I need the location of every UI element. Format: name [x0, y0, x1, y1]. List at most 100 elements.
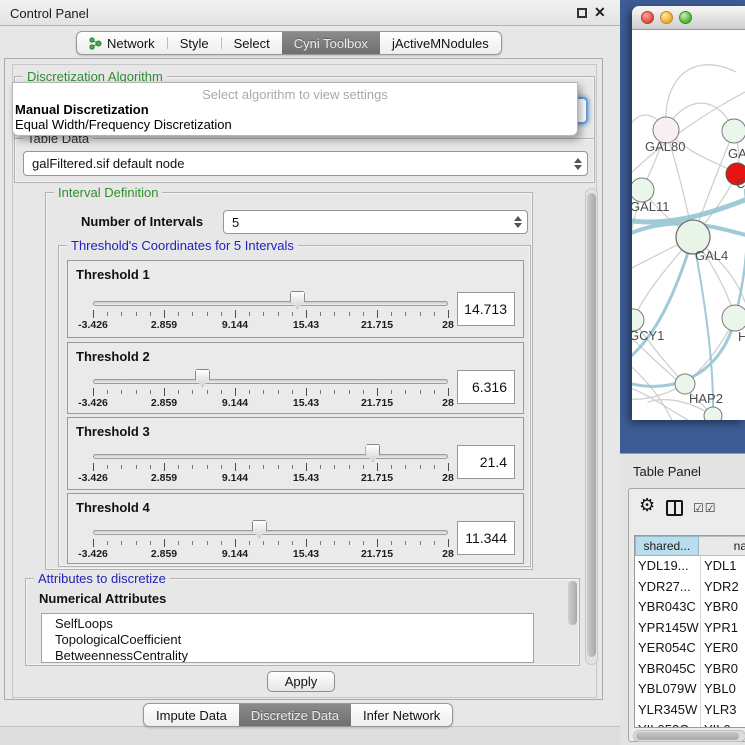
scrollbar-thumb[interactable] — [587, 193, 596, 657]
table-cell[interactable]: YPR1 — [701, 618, 745, 639]
table-cell[interactable]: YDR2 — [701, 577, 745, 598]
table-cell[interactable]: YDL19... — [635, 556, 701, 577]
column-header-name[interactable]: na — [699, 536, 745, 556]
number-of-intervals-label: Number of Intervals — [81, 214, 203, 229]
list-scrollbar-thumb[interactable] — [568, 581, 577, 625]
slider-thumb[interactable] — [252, 520, 267, 538]
table-cell[interactable]: YLR345W — [635, 700, 701, 721]
slider-tick — [263, 390, 264, 394]
table-row[interactable]: YIL052CYIL0 — [635, 720, 745, 728]
zoom-traffic-light-icon[interactable] — [679, 11, 692, 24]
slider-track[interactable] — [93, 454, 448, 459]
float-window-icon[interactable] — [577, 8, 587, 18]
dropdown-option-manual-discretization[interactable]: Manual Discretization — [13, 102, 577, 117]
table-cell[interactable]: YBL0 — [701, 679, 745, 700]
table-cell[interactable]: YPR145W — [635, 618, 701, 639]
number-of-intervals-combobox[interactable]: 5 — [223, 210, 528, 234]
slider-track[interactable] — [93, 530, 448, 535]
table-row[interactable]: YER054CYER0 — [635, 638, 745, 659]
vertical-scrollbar[interactable] — [585, 188, 598, 665]
tab-impute-data[interactable]: Impute Data — [144, 704, 239, 726]
slider-ticks — [93, 463, 448, 472]
split-panel-icon[interactable] — [666, 500, 683, 516]
close-icon[interactable]: ✕ — [594, 4, 606, 21]
apply-button[interactable]: Apply — [267, 671, 335, 692]
table-row[interactable]: YPR145WYPR1 — [635, 618, 745, 639]
network-node[interactable] — [722, 305, 745, 331]
network-view-window[interactable]: GAL80 GA C GAL11 GAL4 GCY1 H HAP2 — [632, 6, 745, 420]
threshold-value-field[interactable]: 11.344 — [457, 521, 515, 555]
slider-tick — [377, 463, 378, 471]
node-label: GCY1 — [632, 328, 664, 343]
slider-thumb[interactable] — [290, 291, 305, 309]
close-traffic-light-icon[interactable] — [641, 11, 654, 24]
table-data-combobox[interactable]: galFiltered.sif default node — [23, 151, 588, 176]
slider-tick — [221, 390, 222, 394]
node-attribute-table[interactable]: shared... na YDL19...YDL1YDR27...YDR2YBR… — [634, 535, 745, 728]
slider-thumb[interactable] — [365, 444, 380, 462]
slider-tick-label: 2.859 — [151, 319, 177, 331]
network-nodes[interactable] — [632, 117, 745, 420]
table-cell[interactable]: YER0 — [701, 638, 745, 659]
slider-tick — [249, 312, 250, 316]
column-header-shared-name[interactable]: shared... — [635, 536, 699, 556]
column-checkbox-icons[interactable]: ☑☑ — [693, 501, 717, 515]
table-panel-inset: ⚙ ☑☑ shared... na YDL19...YDL1YDR27...YD… — [628, 488, 745, 742]
tab-label: Discretize Data — [251, 708, 339, 723]
stepper-arrows-icon — [514, 216, 522, 228]
attribute-list-item[interactable]: TopologicalCoefficient — [42, 632, 533, 648]
network-canvas[interactable]: GAL80 GA C GAL11 GAL4 GCY1 H HAP2 — [632, 30, 745, 420]
tab-network[interactable]: Network — [77, 32, 167, 54]
table-row[interactable]: YBR045CYBR0 — [635, 659, 745, 680]
table-cell[interactable]: YBL079W — [635, 679, 701, 700]
slider-track[interactable] — [93, 301, 448, 306]
horizontal-scrollbar[interactable] — [633, 730, 745, 742]
threshold-value-field[interactable]: 6.316 — [457, 370, 515, 404]
minimize-traffic-light-icon[interactable] — [660, 11, 673, 24]
numerical-attributes-list[interactable]: SelfLoopsTopologicalCoefficientBetweenne… — [41, 613, 534, 663]
attribute-list-item[interactable]: SelfLoops — [42, 616, 533, 632]
table-cell[interactable]: YDR27... — [635, 577, 701, 598]
network-node[interactable] — [722, 119, 745, 143]
slider-tick — [192, 465, 193, 469]
slider-ticks — [93, 388, 448, 397]
threshold-4-panel: Threshold 4 -3.4262.8599.14415.4321.7152… — [67, 493, 524, 564]
threshold-value-field[interactable]: 21.4 — [457, 445, 515, 479]
table-row[interactable]: YDL19...YDL1 — [635, 556, 745, 577]
attribute-list-item[interactable]: BetweennessCentrality — [42, 648, 533, 663]
dropdown-option-equal-width-frequency[interactable]: Equal Width/Frequency Discretization — [13, 117, 577, 132]
slider-tick-labels: -3.4262.8599.14415.4321.71528 — [93, 397, 448, 409]
table-row[interactable]: YBR043CYBR0 — [635, 597, 745, 618]
table-cell[interactable]: YER054C — [635, 638, 701, 659]
scrollbar-thumb[interactable] — [636, 732, 739, 740]
slider-thumb[interactable] — [195, 369, 210, 387]
tab-select[interactable]: Select — [222, 32, 282, 54]
tab-discretize-data[interactable]: Discretize Data — [239, 704, 351, 726]
table-cell[interactable]: YIL0 — [701, 720, 745, 728]
slider-tick-label: 2.859 — [151, 548, 177, 560]
table-row[interactable]: YDR27...YDR2 — [635, 577, 745, 598]
network-node[interactable] — [704, 407, 722, 420]
slider-tick — [93, 388, 94, 396]
table-cell[interactable]: YBR045C — [635, 659, 701, 680]
table-cell[interactable]: YIL052C — [635, 720, 701, 728]
table-cell[interactable]: YBR043C — [635, 597, 701, 618]
slider-tick — [278, 312, 279, 316]
table-row[interactable]: YBL079WYBL0 — [635, 679, 745, 700]
slider-track[interactable] — [93, 379, 448, 384]
table-cell[interactable]: YBR0 — [701, 597, 745, 618]
slider-ticks — [93, 539, 448, 548]
tab-style[interactable]: Style — [168, 32, 221, 54]
network-window-titlebar[interactable] — [632, 6, 745, 30]
slider-tick — [136, 465, 137, 469]
tab-cyni-toolbox[interactable]: Cyni Toolbox — [282, 32, 380, 54]
table-cell[interactable]: YDL1 — [701, 556, 745, 577]
threshold-value-field[interactable]: 14.713 — [457, 292, 515, 326]
table-cell[interactable]: YBR0 — [701, 659, 745, 680]
table-row[interactable]: YLR345WYLR3 — [635, 700, 745, 721]
tab-infer-network[interactable]: Infer Network — [351, 704, 452, 726]
network-graph[interactable]: GAL80 GA C GAL11 GAL4 GCY1 H HAP2 — [632, 30, 745, 420]
table-cell[interactable]: YLR3 — [701, 700, 745, 721]
gear-icon[interactable]: ⚙ — [639, 495, 655, 516]
tab-jactivemnodules[interactable]: jActiveMNodules — [380, 32, 501, 54]
